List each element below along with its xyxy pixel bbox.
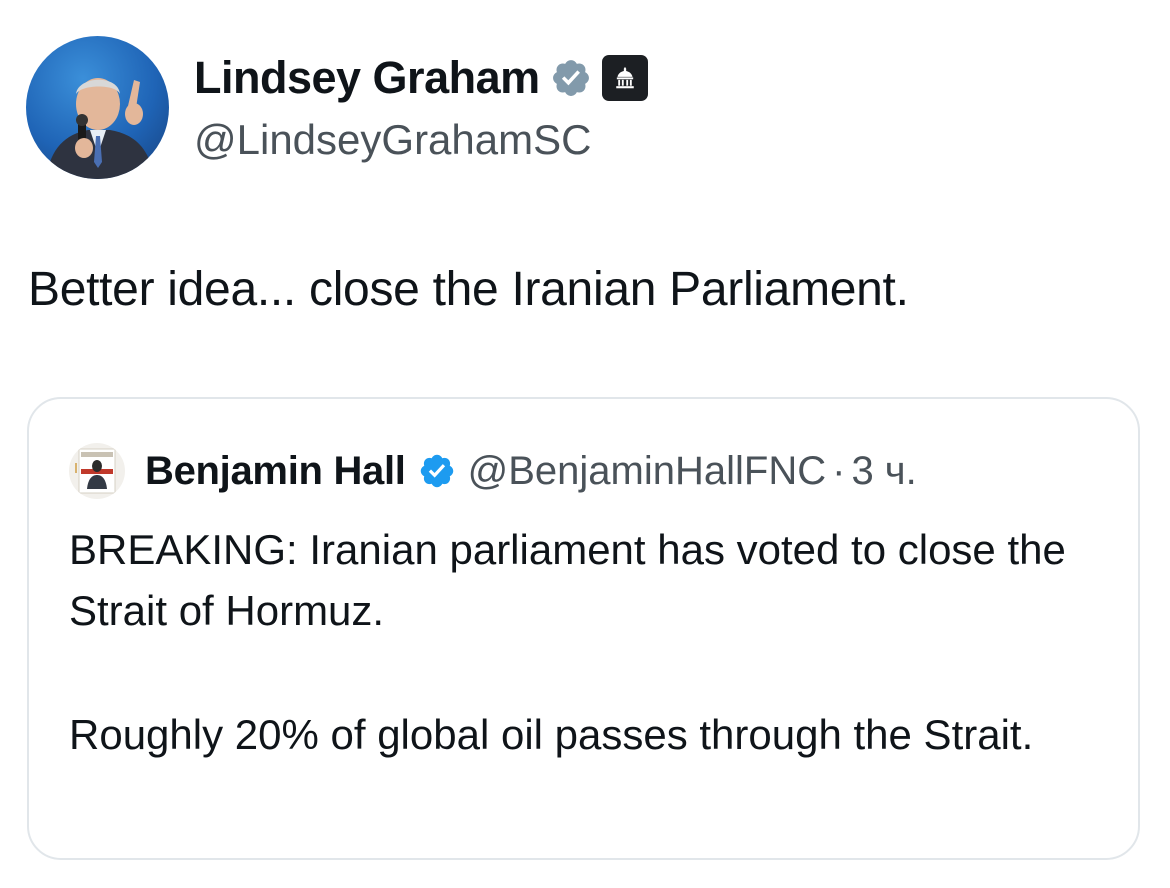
quoted-post-header: Benjamin Hall @BenjaminHallFNC · 3 ч. [69, 443, 917, 499]
quoted-author-handle[interactable]: @BenjaminHallFNC [468, 449, 826, 494]
quoted-author-avatar-image [75, 448, 116, 494]
quoted-post-timestamp[interactable]: 3 ч. [851, 449, 916, 494]
post-header: Lindsey Graham @LindseyGrahamSC [26, 36, 1126, 181]
quoted-author-avatar[interactable] [69, 443, 125, 499]
verified-badge-icon [550, 57, 592, 99]
quoted-author-display-name[interactable]: Benjamin Hall [145, 449, 406, 494]
author-avatar-image [46, 78, 154, 179]
post-text: Better idea... close the Iranian Parliam… [28, 263, 909, 316]
quoted-post-paragraph: BREAKING: Iranian parliament has voted t… [69, 526, 1066, 634]
author-name-row: Lindsey Graham [194, 52, 648, 104]
author-avatar[interactable] [26, 36, 169, 179]
government-building-icon [601, 55, 648, 101]
quoted-post-text: BREAKING: Iranian parliament has voted t… [69, 519, 1089, 765]
separator-dot: · [832, 448, 846, 493]
author-display-name[interactable]: Lindsey Graham [194, 52, 540, 104]
author-handle[interactable]: @LindseyGrahamSC [194, 116, 591, 164]
verified-badge-icon [418, 452, 456, 490]
quoted-post-card[interactable]: Benjamin Hall @BenjaminHallFNC · 3 ч. BR… [27, 397, 1140, 860]
quoted-post-paragraph: Roughly 20% of global oil passes through… [69, 711, 1034, 758]
